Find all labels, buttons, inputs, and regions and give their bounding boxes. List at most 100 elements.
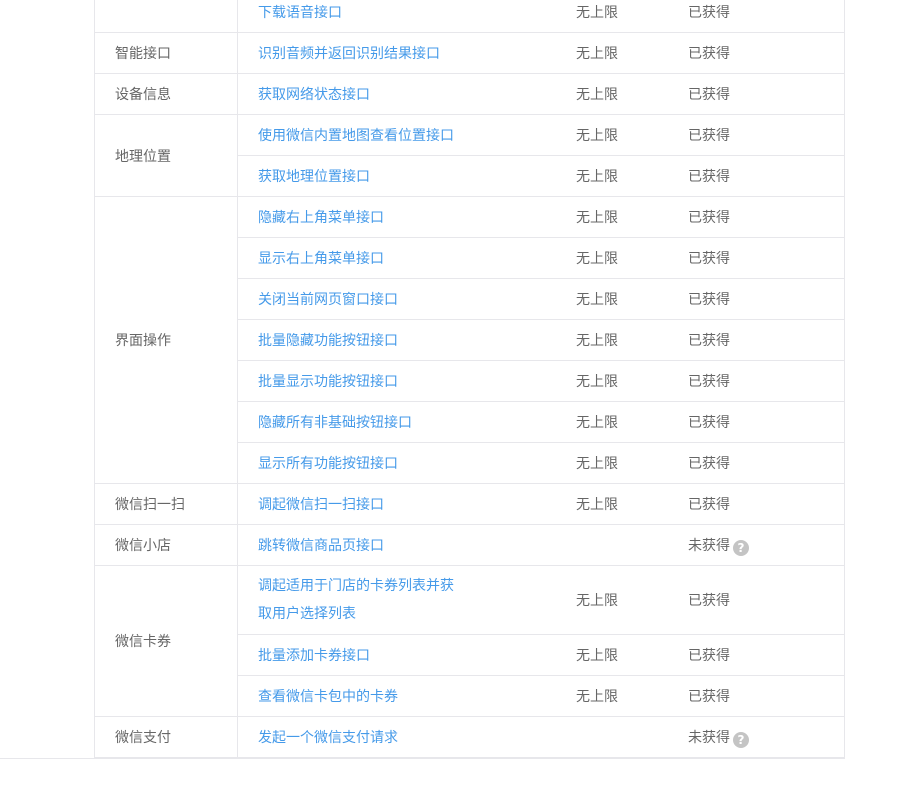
api-name-cell: 识别音频并返回识别结果接口 [237, 32, 576, 74]
table-row: 设备信息 获取网络状态接口 无上限 已获得 [94, 73, 845, 115]
api-name-cell: 使用微信内置地图查看位置接口 [237, 114, 576, 156]
call-limit-cell [576, 716, 688, 758]
api-name-link[interactable]: 识别音频并返回识别结果接口 [258, 43, 463, 63]
permission-status-cell: 已获得 [688, 114, 845, 156]
permission-status-text: 已获得 [688, 251, 730, 267]
call-limit-cell: 无上限 [576, 0, 688, 33]
permission-status-text: 已获得 [688, 689, 730, 705]
permission-status-cell: 已获得 [688, 155, 845, 197]
api-name-link[interactable]: 隐藏右上角菜单接口 [258, 207, 463, 227]
api-name-link[interactable]: 下载语音接口 [258, 2, 463, 22]
api-name-link[interactable]: 调起适用于门店的卡券列表并获取用户选择列表 [258, 572, 463, 628]
call-limit-cell: 无上限 [576, 360, 688, 402]
table-row: 界面操作 隐藏右上角菜单接口 无上限 已获得 [94, 196, 845, 484]
permission-status-cell: 已获得 [688, 483, 845, 525]
api-name-link[interactable]: 隐藏所有非基础按钮接口 [258, 412, 463, 432]
category-cell: 微信卡券 [94, 565, 238, 717]
permission-status-cell: 已获得 [688, 73, 845, 115]
permission-status-text: 已获得 [688, 46, 730, 62]
api-name-cell: 获取网络状态接口 [237, 73, 576, 115]
api-name-cell: 调起适用于门店的卡券列表并获取用户选择列表 [237, 565, 576, 635]
api-name-link[interactable]: 使用微信内置地图查看位置接口 [258, 125, 463, 145]
permission-status-text: 已获得 [688, 415, 730, 431]
question-mark-icon[interactable]: ? [733, 539, 749, 556]
api-name-link[interactable]: 批量添加卡券接口 [258, 645, 463, 665]
permission-status-cell: 已获得 [688, 401, 845, 443]
call-limit-cell: 无上限 [576, 196, 688, 238]
call-limit-cell: 无上限 [576, 565, 688, 635]
permission-status-text: 未获得 [688, 729, 730, 746]
call-limit-cell [576, 524, 688, 566]
permission-status-cell: 已获得 [688, 442, 845, 484]
category-cell: 微信支付 [94, 716, 238, 758]
table-row: 微信扫一扫 调起微信扫一扫接口 无上限 已获得 [94, 483, 845, 525]
api-name-link[interactable]: 查看微信卡包中的卡券 [258, 686, 463, 706]
api-name-cell: 隐藏所有非基础按钮接口 [237, 401, 576, 443]
table-row: 智能接口 识别音频并返回识别结果接口 无上限 已获得 [94, 32, 845, 74]
permission-status-cell: 已获得 [688, 196, 845, 238]
permission-status-cell: 未获得? [688, 716, 845, 758]
permission-status-cell: 已获得 [688, 237, 845, 279]
api-name-cell: 批量显示功能按钮接口 [237, 360, 576, 402]
permission-status-cell: 已获得 [688, 0, 845, 33]
category-cell [94, 0, 238, 33]
permission-status-text: 未获得 [688, 537, 730, 554]
category-cell: 微信扫一扫 [94, 483, 238, 525]
permission-status-cell: 未获得? [688, 524, 845, 566]
permission-status-text: 已获得 [688, 292, 730, 308]
api-name-link[interactable]: 关闭当前网页窗口接口 [258, 289, 463, 309]
api-name-cell: 下载语音接口 [237, 0, 576, 33]
api-permission-table-wrapper: 下载语音接口 无上限 已获得 智能接口 识别音频并返回识别结果接口 无上限 已获得 设备信息获… [94, 0, 845, 758]
call-limit-cell: 无上限 [576, 114, 688, 156]
api-name-link[interactable]: 获取网络状态接口 [258, 84, 463, 104]
permission-status-text: 已获得 [688, 128, 730, 144]
api-name-cell: 批量添加卡券接口 [237, 634, 576, 676]
api-name-link[interactable]: 发起一个微信支付请求 [258, 727, 463, 747]
call-limit-cell: 无上限 [576, 32, 688, 74]
api-name-link[interactable]: 批量隐藏功能按钮接口 [258, 330, 463, 350]
api-name-link[interactable]: 显示所有功能按钮接口 [258, 453, 463, 473]
permission-status-text: 已获得 [688, 333, 730, 349]
permission-status-text: 已获得 [688, 497, 730, 513]
permission-status-cell: 已获得 [688, 278, 845, 320]
table-row: 微信卡券 调起适用于门店的卡券列表并获取用户选择列表 无上限 已获得 [94, 565, 845, 717]
permission-status-cell: 已获得 [688, 319, 845, 361]
permission-status-text: 已获得 [688, 374, 730, 390]
api-name-link[interactable]: 跳转微信商品页接口 [258, 535, 463, 555]
table-row: 下载语音接口 无上限 已获得 [94, 0, 845, 33]
call-limit-cell: 无上限 [576, 634, 688, 676]
permission-status-text: 已获得 [688, 456, 730, 472]
category-cell: 智能接口 [94, 32, 238, 74]
api-name-cell: 批量隐藏功能按钮接口 [237, 319, 576, 361]
permission-status-text: 已获得 [688, 5, 730, 21]
call-limit-cell: 无上限 [576, 675, 688, 717]
question-mark-icon[interactable]: ? [733, 731, 749, 748]
permission-status-cell: 已获得 [688, 634, 845, 676]
call-limit-cell: 无上限 [576, 237, 688, 279]
api-name-link[interactable]: 调起微信扫一扫接口 [258, 494, 463, 514]
call-limit-cell: 无上限 [576, 278, 688, 320]
api-name-cell: 发起一个微信支付请求 [237, 716, 576, 758]
api-permission-table: 下载语音接口 无上限 已获得 智能接口 识别音频并返回识别结果接口 无上限 已获得 设备信息获… [94, 0, 845, 758]
call-limit-cell: 无上限 [576, 401, 688, 443]
api-name-cell: 查看微信卡包中的卡券 [237, 675, 576, 717]
permission-status-cell: 已获得 [688, 675, 845, 717]
api-name-link[interactable]: 批量显示功能按钮接口 [258, 371, 463, 391]
api-name-cell: 跳转微信商品页接口 [237, 524, 576, 566]
call-limit-cell: 无上限 [576, 155, 688, 197]
category-cell: 界面操作 [94, 196, 238, 484]
api-name-link[interactable]: 显示右上角菜单接口 [258, 248, 463, 268]
api-permission-table-body: 下载语音接口 无上限 已获得 智能接口 识别音频并返回识别结果接口 无上限 已获得 设备信息获… [94, 0, 845, 758]
category-cell: 地理位置 [94, 114, 238, 197]
api-name-link[interactable]: 获取地理位置接口 [258, 166, 463, 186]
call-limit-cell: 无上限 [576, 73, 688, 115]
permission-status-cell: 已获得 [688, 32, 845, 74]
call-limit-cell: 无上限 [576, 483, 688, 525]
api-name-cell: 隐藏右上角菜单接口 [237, 196, 576, 238]
api-name-cell: 显示右上角菜单接口 [237, 237, 576, 279]
permission-status-text: 已获得 [688, 210, 730, 226]
api-name-cell: 获取地理位置接口 [237, 155, 576, 197]
permission-status-text: 已获得 [688, 169, 730, 185]
table-row: 微信支付 发起一个微信支付请求 未获得? [94, 716, 845, 758]
permission-status-text: 已获得 [688, 593, 730, 609]
